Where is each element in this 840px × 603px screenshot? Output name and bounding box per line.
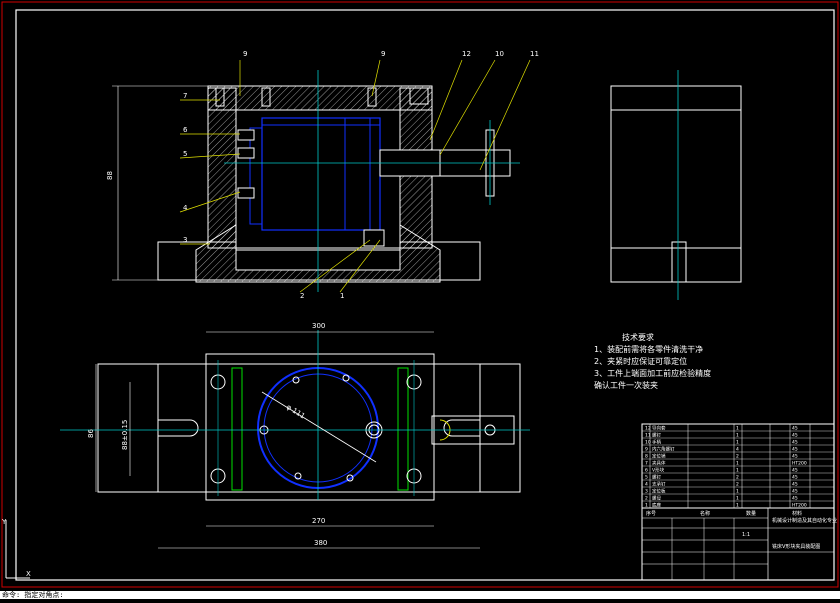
table-cell: 底座 (652, 502, 661, 509)
table-cell: 2 (736, 454, 739, 460)
table-cell: 夹具体 (652, 460, 666, 467)
table-cell: HT200 (792, 461, 807, 467)
tbl-header-mat: 材料 (792, 510, 802, 517)
table-cell: 45 (792, 426, 798, 432)
table-cell: 1 (736, 433, 739, 439)
table-cell: 12 (645, 426, 651, 432)
note-3: 3、工件上端面加工前应检验精度 (594, 368, 711, 378)
table-cell: 45 (792, 489, 798, 495)
table-cell: 螺钉 (652, 474, 661, 481)
note-4: 确认工件一次装夹 (594, 380, 658, 390)
table-cell: 2 (736, 482, 739, 488)
table-cell: 4 (736, 447, 739, 453)
label-11: 11 (530, 50, 539, 58)
table-cell: V形块 (652, 467, 665, 474)
label-10: 10 (495, 50, 504, 58)
label-12: 12 (462, 50, 471, 58)
label-9b: 9 (381, 50, 385, 58)
table-cell: 2 (736, 475, 739, 481)
drawing-canvas[interactable]: 88 9 9 12 10 11 7 6 5 4 3 2 1 φ 111 300 … (0, 0, 840, 599)
table-cell: 45 (792, 475, 798, 481)
table-cell: 10 (645, 440, 651, 446)
table-cell: 45 (792, 454, 798, 460)
tbl-header-no: 序号 (646, 510, 656, 517)
label-7: 7 (183, 92, 187, 100)
table-cell: 1 (736, 461, 739, 467)
top-width-dim: 300 (312, 322, 325, 330)
title-block: 12 导向套 1 4511 螺钉 1 4510 手柄 1 459 内六角螺钉 4 458 定位销 2 457 夹… (641, 423, 837, 581)
table-cell: 螺钉 (652, 432, 661, 439)
drawing-title: 铣床V形块夹具装配图 (772, 543, 820, 550)
note-2: 2、夹紧时应保证可靠定位 (594, 356, 687, 366)
table-cell: 11 (645, 433, 651, 439)
svg-text:Y: Y (1, 518, 7, 526)
front-height-dim: 88 (106, 171, 114, 180)
svg-text:X: X (26, 570, 31, 578)
tbl-header-name: 名称 (700, 510, 710, 517)
top-view: φ 111 300 270 380 86 88±0.15 (60, 322, 530, 549)
table-cell: 6 (645, 468, 648, 474)
table-cell: 定位销 (652, 453, 666, 460)
notes-title: 技术要求 (622, 332, 654, 342)
table-cell: 导向套 (652, 425, 666, 432)
label-6: 6 (183, 126, 188, 134)
table-cell: 定位板 (652, 488, 666, 495)
table-cell: 45 (792, 468, 798, 474)
note-1: 1、装配前需将各零件清洗干净 (594, 344, 703, 354)
table-cell: 9 (645, 447, 648, 453)
left-height-dim: 86 (87, 429, 95, 438)
table-cell: 5 (645, 475, 648, 481)
label-4: 4 (183, 204, 188, 212)
side-view (610, 70, 742, 300)
table-cell: 1 (736, 440, 739, 446)
circle-dia-dim: φ 111 (285, 403, 306, 420)
command-line[interactable]: 命令: 指定对角点: (0, 591, 840, 599)
table-cell: 3 (645, 489, 648, 495)
front-view: 88 (106, 59, 531, 293)
label-9a: 9 (243, 50, 247, 58)
table-cell: 45 (792, 447, 798, 453)
table-cell: 手柄 (652, 439, 661, 446)
table-cell: 4 (645, 482, 648, 488)
table-cell: 7 (645, 461, 648, 467)
table-cell: 45 (792, 433, 798, 439)
cad-drawing-viewport[interactable]: 88 9 9 12 10 11 7 6 5 4 3 2 1 φ 111 300 … (0, 0, 840, 599)
table-cell: 1 (736, 468, 739, 474)
table-cell: 45 (792, 496, 798, 502)
left-height2-dim: 88±0.15 (121, 420, 129, 450)
label-3: 3 (183, 236, 187, 244)
table-cell: 支承钉 (652, 481, 666, 488)
base-overall-dim: 380 (314, 539, 327, 547)
label-1: 1 (340, 292, 344, 300)
table-cell: 内六角螺钉 (652, 446, 675, 453)
table-cell: 1 (736, 496, 739, 502)
table-cell: 8 (645, 454, 648, 460)
base-inner-dim: 270 (312, 517, 325, 525)
table-cell: 螺母 (652, 495, 661, 502)
technical-notes: 技术要求 1、装配前需将各零件清洗干净 2、夹紧时应保证可靠定位 3、工件上端面… (594, 332, 711, 390)
school-name: 机械设计制造及其自动化专业 (772, 517, 837, 524)
table-cell: 2 (645, 496, 648, 502)
label-5: 5 (183, 150, 187, 158)
label-2: 2 (300, 292, 304, 300)
table-cell: 1 (736, 426, 739, 432)
table-cell: 45 (792, 440, 798, 446)
table-cell: 1 (736, 489, 739, 495)
scale: 1:1 (742, 532, 750, 538)
table-cell: 45 (792, 482, 798, 488)
tbl-header-qty: 数量 (746, 510, 756, 517)
